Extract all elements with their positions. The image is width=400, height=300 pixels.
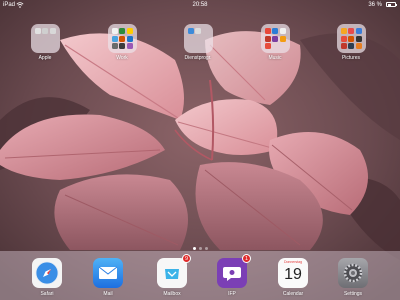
app-label: Calendar [282, 291, 304, 297]
mini-app-icon [111, 28, 118, 34]
mini-app-icon [355, 35, 362, 42]
dock-app-calendar[interactable]: Donnerstag 19 Calendar [276, 258, 310, 297]
notification-badge: 9 [182, 254, 191, 263]
status-bar: iPad 20:58 36 % [0, 0, 400, 10]
chat-bubble-icon: 1 [217, 254, 251, 288]
mini-app-icon [340, 28, 347, 34]
mini-app-icon [119, 43, 125, 49]
mailbox-icon: 9 [157, 254, 191, 288]
folder-music[interactable]: Music [260, 24, 290, 61]
folder-icon [260, 24, 290, 53]
folder-label: Work [116, 55, 128, 61]
folder-work[interactable]: Work [107, 24, 137, 61]
folder-label: Apple [38, 55, 52, 61]
mini-app-icon [340, 43, 347, 49]
calendar-date: 19 [284, 266, 302, 283]
mini-app-icon [126, 28, 133, 34]
folder-label: Dienstprogr. [184, 55, 212, 61]
mini-app-icon [42, 28, 48, 34]
clock: 20:58 [192, 2, 208, 8]
folder-icon [336, 24, 366, 53]
folder-label: Pictures [341, 55, 361, 61]
mail-icon [93, 258, 123, 288]
mini-app-icon [279, 28, 286, 34]
app-label: Safari [40, 291, 54, 297]
mini-app-icon [355, 28, 362, 34]
mini-app-icon [126, 43, 133, 49]
mini-app-icon [126, 35, 133, 42]
page-dot [198, 247, 202, 250]
page-dot [192, 247, 196, 250]
dock-app-mailbox[interactable]: 9 Mailbox [155, 254, 191, 297]
mini-app-icon [348, 28, 354, 34]
page-indicator[interactable] [0, 244, 400, 250]
mini-app-icon [355, 43, 362, 49]
mini-app-icon [264, 43, 271, 49]
folder-apple[interactable]: Apple [30, 24, 60, 61]
mini-app-icon [348, 35, 354, 42]
mini-app-icon [187, 28, 194, 34]
page-dot [204, 247, 208, 250]
mini-app-icon [34, 28, 41, 34]
app-label: Mail [103, 291, 113, 297]
mini-app-icon [49, 28, 56, 34]
dock-app-ifp[interactable]: 1 IFP [215, 254, 251, 297]
folder-label: Music [268, 55, 282, 61]
safari-icon [32, 258, 62, 288]
mini-app-icon [111, 35, 118, 42]
battery-percentage: 36 % [368, 2, 382, 8]
battery-icon [386, 2, 397, 7]
notification-badge: 1 [242, 254, 251, 263]
app-label: Settings [343, 291, 363, 297]
dock-app-mail[interactable]: Mail [91, 258, 125, 297]
mini-app-icon [119, 28, 125, 34]
calendar-icon: Donnerstag 19 [278, 258, 308, 288]
mini-app-icon [279, 35, 286, 42]
app-label: Mailbox [163, 291, 181, 297]
calendar-weekday: Donnerstag [283, 260, 303, 264]
gear-icon [338, 258, 368, 288]
mini-app-icon [119, 35, 125, 42]
mini-app-icon [272, 28, 278, 34]
app-label: IFP [228, 291, 236, 297]
folder-icon [30, 24, 60, 53]
mini-app-icon [340, 35, 347, 42]
dock-app-safari[interactable]: Safari [30, 258, 64, 297]
mini-app-icon [348, 43, 354, 49]
mini-app-icon [111, 43, 118, 49]
folder-pictures[interactable]: Pictures [336, 24, 366, 61]
mini-app-icon [264, 35, 271, 42]
folder-icon [107, 24, 137, 53]
folder-dienstprogr[interactable]: Dienstprogr. [183, 24, 213, 61]
mini-app-icon [272, 35, 278, 42]
mini-app-icon [264, 28, 271, 34]
folder-icon [183, 24, 213, 53]
dock-app-settings[interactable]: Settings [336, 258, 370, 297]
mini-app-icon [195, 28, 201, 34]
